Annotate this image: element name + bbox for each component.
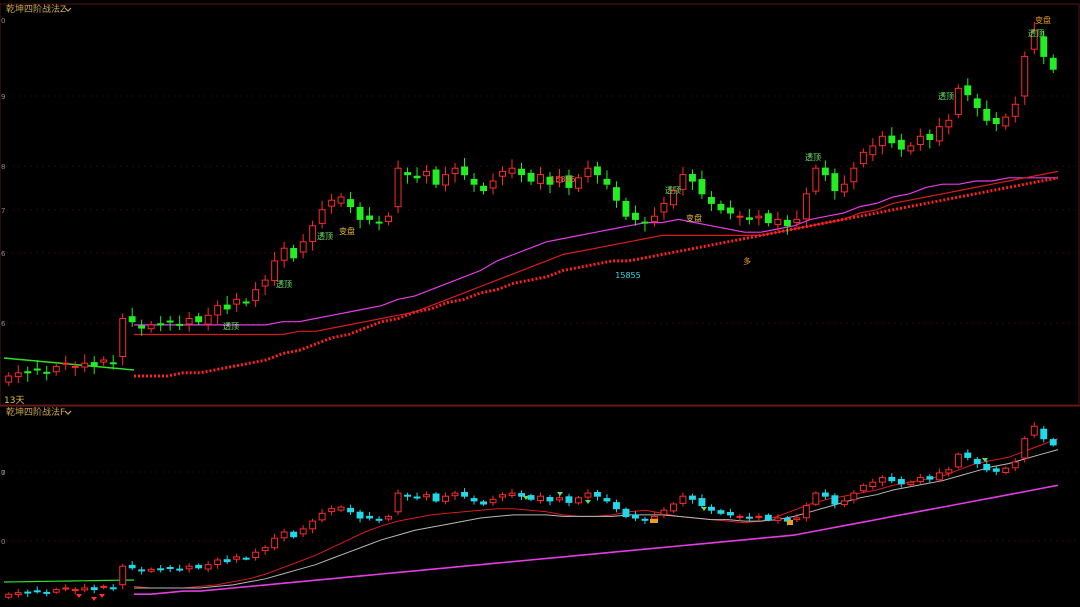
chart-annotation: 15855 <box>615 271 640 280</box>
chart-annotation: 透顶 <box>276 280 292 289</box>
candle <box>954 84 962 119</box>
chart-annotation: 多 <box>743 256 751 266</box>
chart-annotation: 透顶 <box>665 186 681 195</box>
chart-annotation: 透顶 <box>317 232 333 241</box>
candle <box>812 491 820 507</box>
period-label: 13天 <box>4 396 24 406</box>
candle <box>812 164 820 195</box>
signal-marker <box>650 519 658 523</box>
chart-annotation: 透顶 <box>1028 29 1044 38</box>
candle <box>1021 436 1029 463</box>
chart-stage: 透顶透顶透顶变盘15845透顶变盘15855多透顶透顶透顶变盘 09876670… <box>0 0 1080 607</box>
candle <box>622 507 630 519</box>
y-tick-label: 9 <box>1 93 5 101</box>
y-tick-label: 8 <box>1 163 5 171</box>
y-tick-label: 0 <box>1 469 5 477</box>
chart-background <box>0 0 1080 607</box>
chart-annotation: 变盘 <box>686 213 702 223</box>
chart-annotation: 变盘 <box>1035 15 1051 25</box>
sub-indicator-title[interactable]: 乾坤四阶战法F <box>6 406 65 418</box>
candle <box>432 492 440 503</box>
candle <box>670 502 677 513</box>
y-tick-label: 7 <box>1 207 5 215</box>
signal-marker <box>787 520 793 525</box>
candle <box>394 160 402 214</box>
candle <box>622 197 630 221</box>
chart-annotation: 透顶 <box>805 153 821 162</box>
y-tick-label: 6 <box>1 320 6 328</box>
chart-annotation: 15845 <box>550 175 575 184</box>
y-tick-label: 0 <box>1 538 5 546</box>
main-indicator-title[interactable]: 乾坤四阶战法Z <box>6 3 66 15</box>
chart-annotation: 变盘 <box>339 226 355 236</box>
candle <box>954 452 962 469</box>
chart-annotation: 透顶 <box>938 92 954 101</box>
y-tick-label: 6 <box>1 250 6 258</box>
chart-annotation: 透顶 <box>223 322 239 331</box>
y-tick-label: 0 <box>1 17 5 25</box>
candle <box>394 489 402 515</box>
